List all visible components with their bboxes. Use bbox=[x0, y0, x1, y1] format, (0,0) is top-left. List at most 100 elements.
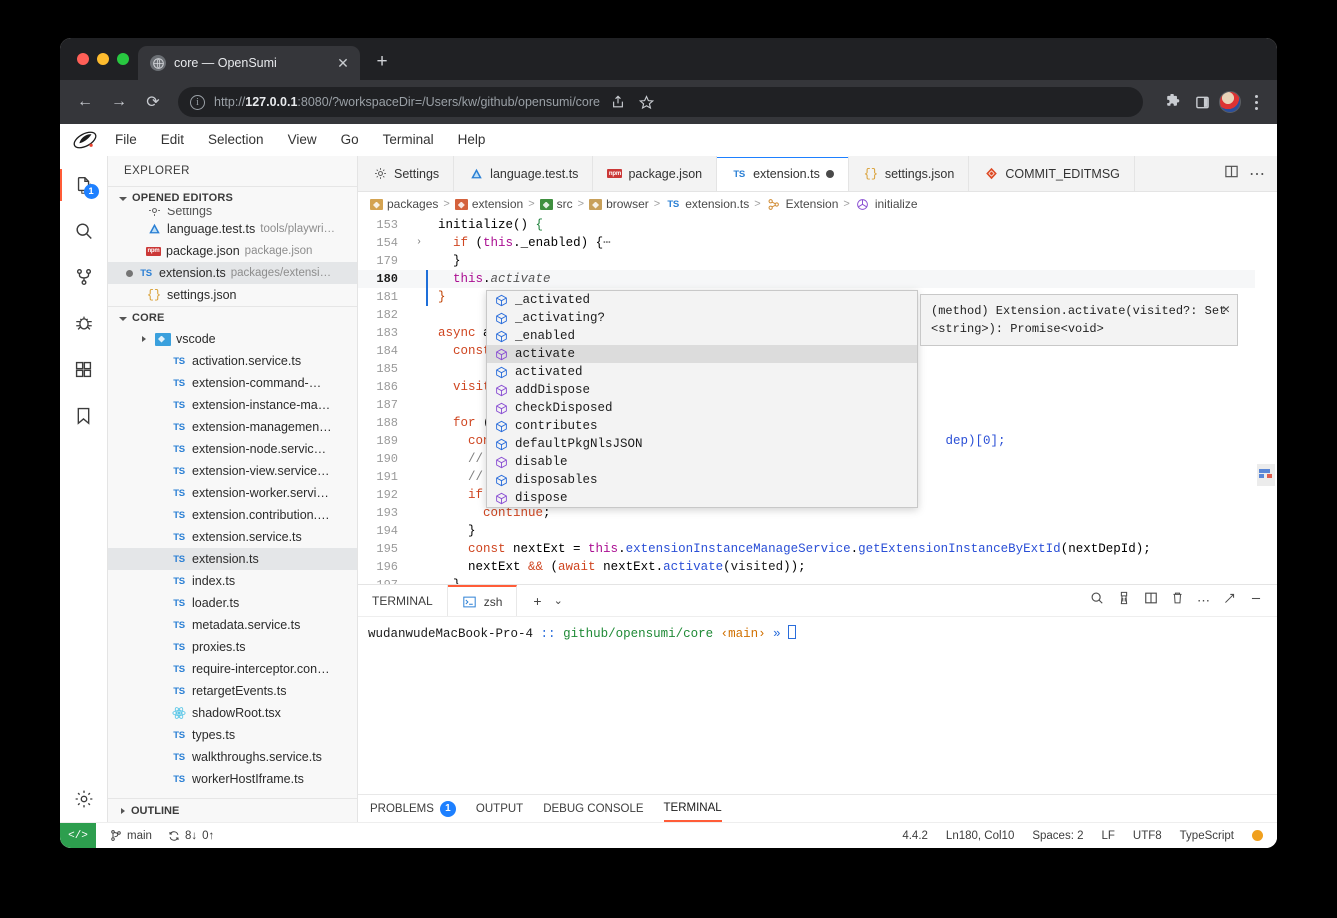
list-item[interactable]: TS types.ts bbox=[108, 724, 357, 746]
suggest-item[interactable]: addDispose bbox=[487, 381, 917, 399]
list-item[interactable]: TS extension-view.service… bbox=[108, 460, 357, 482]
star-icon[interactable] bbox=[633, 89, 659, 115]
section-core[interactable]: CORE bbox=[108, 306, 357, 328]
close-window-button[interactable] bbox=[77, 53, 89, 65]
suggest-item[interactable]: _activating? bbox=[487, 309, 917, 327]
clear-terminal-icon[interactable] bbox=[1117, 591, 1131, 610]
menu-go[interactable]: Go bbox=[330, 129, 370, 150]
terminal-output[interactable]: wudanwudeMacBook-Pro-4 :: github/opensum… bbox=[358, 617, 1277, 794]
status-cursor-position[interactable]: Ln180, Col10 bbox=[946, 830, 1014, 842]
remote-indicator-button[interactable]: </> bbox=[60, 822, 96, 848]
panel-tab-zsh[interactable]: zsh bbox=[447, 585, 518, 616]
suggest-item[interactable]: checkDisposed bbox=[487, 399, 917, 417]
split-editor-icon[interactable] bbox=[1224, 164, 1239, 184]
menu-terminal[interactable]: Terminal bbox=[372, 129, 445, 150]
bottom-tab-terminal[interactable]: TERMINAL bbox=[663, 796, 722, 822]
new-tab-button[interactable]: + bbox=[368, 48, 396, 76]
kebab-menu-icon[interactable] bbox=[1245, 89, 1267, 115]
list-item[interactable]: TS index.ts bbox=[108, 570, 357, 592]
sidebar-item-bookmarks[interactable] bbox=[60, 392, 108, 438]
tab-extension-ts[interactable]: TS extension.ts bbox=[717, 156, 849, 191]
list-item[interactable]: TS workerHostIframe.ts bbox=[108, 768, 357, 790]
bottom-tab-debug-console[interactable]: DEBUG CONSOLE bbox=[543, 803, 643, 815]
reload-icon[interactable]: ⟳ bbox=[138, 87, 168, 117]
tab-package-json[interactable]: npm package.json bbox=[593, 156, 718, 191]
list-item[interactable]: TS extension.contribution.… bbox=[108, 504, 357, 526]
chevron-down-icon[interactable]: ⌄ bbox=[554, 594, 563, 607]
list-item[interactable]: vscode bbox=[108, 328, 357, 350]
panel-tab-terminal[interactable]: TERMINAL bbox=[358, 585, 448, 616]
status-encoding[interactable]: UTF8 bbox=[1133, 830, 1162, 842]
puzzle-icon[interactable] bbox=[1159, 89, 1185, 115]
list-item[interactable]: npm package.json package.json bbox=[108, 240, 357, 262]
list-item[interactable]: Settings bbox=[108, 208, 357, 218]
maximize-panel-icon[interactable] bbox=[1223, 592, 1236, 610]
forward-icon[interactable]: → bbox=[104, 87, 134, 117]
list-item[interactable]: TS require-interceptor.con… bbox=[108, 658, 357, 680]
hide-panel-icon[interactable] bbox=[1249, 592, 1263, 610]
breadcrumb-item-src[interactable]: src bbox=[539, 197, 573, 211]
split-terminal-icon[interactable] bbox=[1144, 591, 1158, 610]
list-item[interactable]: shadowRoot.tsx bbox=[108, 702, 357, 724]
list-item[interactable]: TS loader.ts bbox=[108, 592, 357, 614]
status-branch[interactable]: main bbox=[110, 829, 152, 842]
bottom-tab-output[interactable]: OUTPUT bbox=[476, 803, 523, 815]
menu-file[interactable]: File bbox=[104, 129, 148, 150]
list-item[interactable]: TS proxies.ts bbox=[108, 636, 357, 658]
tab-settings-json[interactable]: {} settings.json bbox=[848, 156, 970, 191]
list-item[interactable]: TS extension-worker.servi… bbox=[108, 482, 357, 504]
suggest-item[interactable]: activated bbox=[487, 363, 917, 381]
list-item[interactable]: TS extension.ts bbox=[108, 548, 357, 570]
maximize-window-button[interactable] bbox=[117, 53, 129, 65]
avatar[interactable] bbox=[1219, 91, 1241, 113]
list-item[interactable]: TS metadata.service.ts bbox=[108, 614, 357, 636]
status-version[interactable]: 4.4.2 bbox=[902, 830, 928, 842]
suggest-item[interactable]: activate bbox=[487, 345, 917, 363]
back-icon[interactable]: ← bbox=[70, 87, 100, 117]
list-item[interactable]: TS walkthroughs.service.ts bbox=[108, 746, 357, 768]
tab-settings[interactable]: Settings bbox=[358, 156, 455, 191]
list-item[interactable]: TS extension-instance-ma… bbox=[108, 394, 357, 416]
minimize-window-button[interactable] bbox=[97, 53, 109, 65]
bell-dot-icon[interactable] bbox=[1252, 830, 1263, 841]
status-indentation[interactable]: Spaces: 2 bbox=[1032, 830, 1083, 842]
suggest-widget[interactable]: _activated _activating? _enabled activate ac… bbox=[486, 290, 918, 508]
suggest-item[interactable]: dispose bbox=[487, 489, 917, 507]
breadcrumb-item-method[interactable]: initialize bbox=[855, 196, 918, 212]
list-item[interactable]: TS extension-managemen… bbox=[108, 416, 357, 438]
suggest-item[interactable]: defaultPkgNlsJSON bbox=[487, 435, 917, 453]
dirty-indicator-icon[interactable] bbox=[825, 170, 834, 178]
close-tab-icon[interactable]: ✕ bbox=[334, 54, 352, 72]
tab-language-test[interactable]: language.test.ts bbox=[454, 156, 594, 191]
suggest-item[interactable]: _activated bbox=[487, 291, 917, 309]
code-editor[interactable]: 153 initialize() {154 › if (this._enabled)… bbox=[358, 216, 1277, 584]
close-icon[interactable]: ✕ bbox=[1222, 301, 1230, 319]
more-actions-icon[interactable]: ⋯ bbox=[1249, 164, 1265, 184]
kill-terminal-icon[interactable] bbox=[1171, 591, 1184, 610]
section-opened-editors[interactable]: OPENED EDITORS bbox=[108, 186, 357, 208]
more-icon[interactable]: ⋯ bbox=[1197, 593, 1210, 609]
tab-commit-editmsg[interactable]: COMMIT_EDITMSG bbox=[969, 156, 1135, 191]
menu-help[interactable]: Help bbox=[447, 129, 497, 150]
sidebar-item-explorer[interactable]: 1 bbox=[60, 162, 108, 208]
list-item[interactable]: TS extension.service.ts bbox=[108, 526, 357, 548]
list-item[interactable]: TS extension.ts packages/extensi… bbox=[108, 262, 357, 284]
minimap[interactable] bbox=[1255, 216, 1277, 584]
sidebar-item-search[interactable] bbox=[60, 208, 108, 254]
list-item[interactable]: {} settings.json bbox=[108, 284, 357, 306]
breadcrumb-item-file[interactable]: TS extension.ts bbox=[665, 196, 749, 212]
status-eol[interactable]: LF bbox=[1102, 830, 1115, 842]
fold-chevron-icon[interactable]: › bbox=[412, 234, 426, 252]
breadcrumb-item-extension[interactable]: extension bbox=[454, 197, 523, 211]
address-bar[interactable]: i http://127.0.0.1:8080/?workspaceDir=/U… bbox=[178, 87, 1143, 117]
menu-edit[interactable]: Edit bbox=[150, 129, 195, 150]
sidebar-item-debug[interactable] bbox=[60, 300, 108, 346]
status-language[interactable]: TypeScript bbox=[1180, 830, 1234, 842]
menu-selection[interactable]: Selection bbox=[197, 129, 275, 150]
list-item[interactable]: TS retargetEvents.ts bbox=[108, 680, 357, 702]
suggest-item[interactable]: disable bbox=[487, 453, 917, 471]
sidebar-item-source-control[interactable] bbox=[60, 254, 108, 300]
breadcrumb-item-class[interactable]: Extension bbox=[766, 196, 838, 212]
search-icon[interactable] bbox=[1090, 591, 1104, 610]
breadcrumb-item-packages[interactable]: packages bbox=[370, 197, 438, 211]
